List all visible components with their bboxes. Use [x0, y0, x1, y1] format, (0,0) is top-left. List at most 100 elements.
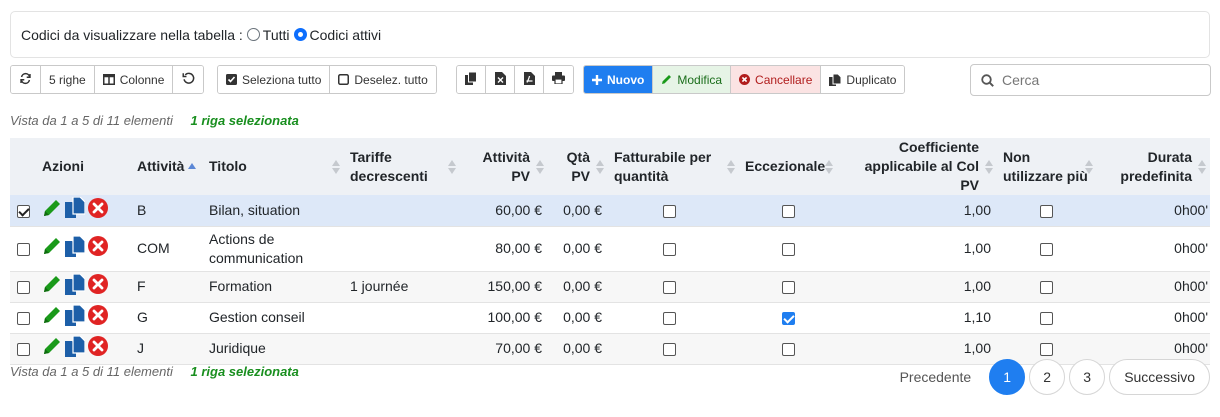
header-eccezionale[interactable]: Eccezionale — [739, 138, 837, 195]
prev-page-button[interactable]: Precedente — [886, 359, 986, 395]
row-select-checkbox[interactable] — [16, 242, 30, 256]
non-utilizzare-checkbox[interactable] — [1040, 280, 1053, 294]
filter-label: Codici da visualizzare nella tabella : — [21, 26, 243, 43]
qta-pv-cell: 0,00 € — [548, 195, 608, 226]
excel-export-button[interactable] — [486, 66, 515, 93]
fatturabile-cell — [608, 226, 739, 271]
edit-pencil-icon[interactable] — [42, 305, 62, 330]
tariffe-cell — [344, 302, 460, 333]
selection-info: 1 riga selezionata — [190, 113, 299, 128]
non-utilizzare-checkbox[interactable] — [1040, 311, 1053, 325]
duplicate-button[interactable]: Duplicato — [821, 66, 905, 93]
edit-button[interactable]: Modifica — [653, 66, 732, 93]
edit-pencil-icon[interactable] — [42, 274, 62, 299]
non-utilizzare-cell — [997, 271, 1097, 302]
eccezionale-checkbox[interactable] — [782, 204, 795, 218]
row-select-cell[interactable] — [10, 195, 36, 226]
row-select-cell[interactable] — [10, 226, 36, 271]
fatturabile-checkbox[interactable] — [663, 242, 676, 256]
copy-button[interactable] — [457, 66, 486, 93]
attivita-pv-cell: 150,00 € — [460, 271, 548, 302]
table-row[interactable]: G Gestion conseil 100,00 € 0,00 € 1,10 0… — [10, 302, 1210, 333]
non-utilizzare-checkbox[interactable] — [1040, 342, 1053, 356]
plus-icon — [592, 74, 602, 85]
edit-pencil-icon[interactable] — [42, 336, 62, 361]
delete-x-icon[interactable] — [88, 305, 108, 330]
rows-per-page-button[interactable]: 5 righe — [41, 66, 95, 93]
duplicate-doc-icon[interactable] — [65, 334, 86, 362]
columns-icon — [102, 74, 115, 85]
tariffe-cell: 1 journée — [344, 271, 460, 302]
table-row[interactable]: F Formation 1 journée 150,00 € 0,00 € 1,… — [10, 271, 1210, 302]
duplicate-label: Duplicato — [846, 72, 897, 87]
fatturabile-checkbox[interactable] — [663, 342, 676, 356]
eccezionale-checkbox[interactable] — [782, 280, 795, 294]
eccezionale-cell — [739, 226, 837, 271]
row-select-checkbox[interactable] — [16, 280, 30, 294]
row-select-checkbox[interactable] — [16, 342, 30, 356]
columns-label: Colonne — [119, 72, 165, 87]
print-button[interactable] — [544, 66, 573, 93]
coefficiente-cell: 1,00 — [837, 271, 997, 302]
page-button-1[interactable]: 1 — [989, 359, 1026, 395]
new-button[interactable]: Nuovo — [584, 66, 654, 93]
pdf-export-button[interactable] — [515, 66, 544, 93]
record-button-group: Nuovo Modifica Cancellare Duplicato — [583, 65, 906, 94]
header-titolo[interactable]: Titolo — [203, 138, 344, 195]
next-page-button[interactable]: Successivo — [1109, 359, 1210, 395]
edit-pencil-icon[interactable] — [42, 198, 62, 223]
fatturabile-checkbox[interactable] — [663, 280, 676, 294]
row-select-checkbox[interactable] — [16, 204, 30, 218]
row-select-cell[interactable] — [10, 302, 36, 333]
row-actions-cell — [36, 226, 135, 271]
delete-button[interactable]: Cancellare — [731, 66, 822, 93]
row-select-cell[interactable] — [10, 333, 36, 364]
search-input[interactable]: Cerca — [970, 64, 1211, 96]
header-coefficiente[interactable]: Coefficiente applicabile al Col PV — [837, 138, 997, 195]
header-attivita-pv[interactable]: Attività PV — [460, 138, 548, 195]
eccezionale-checkbox[interactable] — [782, 342, 795, 356]
duplicate-doc-icon[interactable] — [65, 303, 86, 331]
duplicate-doc-icon[interactable] — [65, 234, 86, 262]
delete-x-icon[interactable] — [88, 274, 108, 299]
select-all-button[interactable]: Seleziona tutto — [218, 66, 331, 93]
deselect-all-button[interactable]: Deselez. tutto — [330, 66, 436, 93]
fatturabile-checkbox[interactable] — [663, 311, 676, 325]
delete-x-icon[interactable] — [88, 336, 108, 361]
columns-button[interactable]: Colonne — [94, 66, 174, 93]
header-durata[interactable]: Durata predefinita — [1097, 138, 1210, 195]
table-row[interactable]: B Bilan, situation 60,00 € 0,00 € 1,00 0… — [10, 195, 1210, 226]
eccezionale-cell — [739, 195, 837, 226]
reset-button[interactable] — [173, 66, 204, 93]
checkbox-checked-icon — [226, 74, 237, 85]
durata-cell: 0h00' — [1097, 195, 1210, 226]
row-select-cell[interactable] — [10, 271, 36, 302]
edit-pencil-icon[interactable] — [42, 236, 62, 261]
delete-x-icon[interactable] — [88, 236, 108, 261]
sort-icon — [448, 159, 456, 175]
radio-active-codes[interactable] — [293, 28, 307, 41]
header-non-utilizzare[interactable]: Non utilizzare più — [997, 138, 1097, 195]
eccezionale-checkbox[interactable] — [782, 311, 795, 325]
page-button-2[interactable]: 2 — [1029, 359, 1066, 395]
non-utilizzare-checkbox[interactable] — [1040, 204, 1053, 218]
page-button-3[interactable]: 3 — [1069, 359, 1106, 395]
header-fatturabile[interactable]: Fatturabile per quantità — [608, 138, 739, 195]
duplicate-doc-icon[interactable] — [65, 272, 86, 300]
refresh-button[interactable] — [11, 66, 41, 93]
delete-x-icon[interactable] — [88, 197, 108, 223]
fatturabile-checkbox[interactable] — [663, 204, 676, 218]
non-utilizzare-checkbox[interactable] — [1040, 242, 1053, 256]
header-azioni: Azioni — [36, 138, 135, 195]
header-tariffe[interactable]: Tariffe decrescenti — [344, 138, 460, 195]
radio-active-label[interactable]: Codici attivi — [310, 27, 382, 43]
radio-all[interactable] — [246, 28, 260, 41]
radio-all-label[interactable]: Tutti — [263, 27, 290, 43]
header-attivita[interactable]: Attività — [135, 138, 203, 195]
table-row[interactable]: COM Actions de communication 80,00 € 0,0… — [10, 226, 1210, 271]
eccezionale-cell — [739, 302, 837, 333]
header-qta-pv[interactable]: Qtà PV — [548, 138, 608, 195]
row-select-checkbox[interactable] — [16, 311, 30, 325]
duplicate-doc-icon[interactable] — [65, 196, 86, 223]
eccezionale-checkbox[interactable] — [782, 242, 795, 256]
